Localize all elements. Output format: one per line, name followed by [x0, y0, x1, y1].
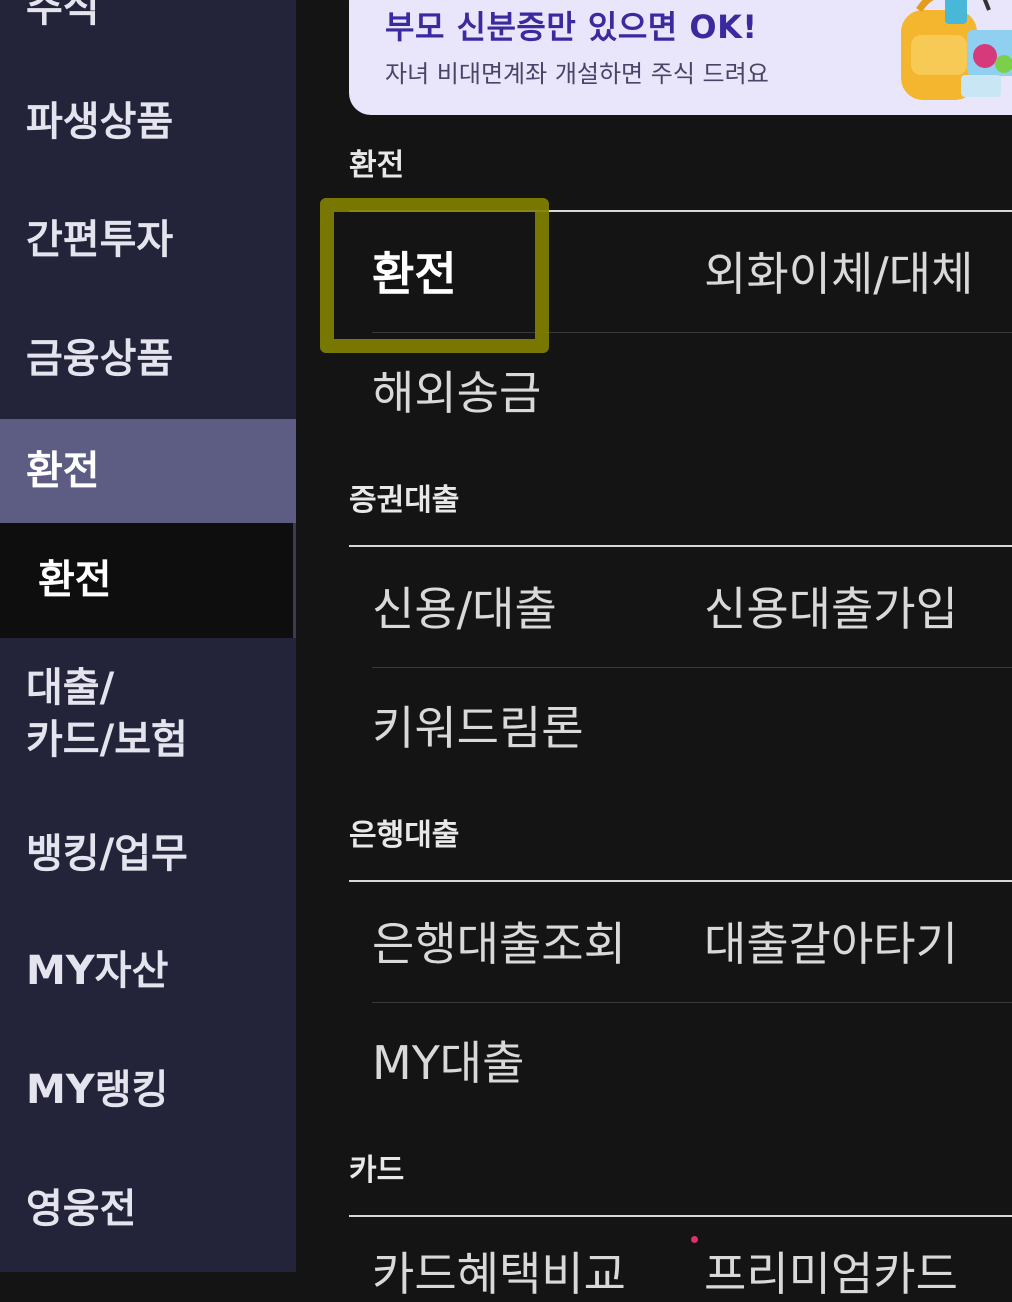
section-divider	[349, 1215, 1012, 1217]
menu-link-fx-transfer[interactable]: 외화이체/대체	[704, 246, 973, 302]
section-divider	[349, 880, 1012, 882]
menu-link-overseas-remittance[interactable]: 해외송금	[372, 365, 541, 421]
menu-link-kiwoom-loan[interactable]: 키워드림론	[372, 700, 584, 756]
new-badge-dot	[691, 1236, 698, 1243]
banner-subtitle: 자녀 비대면계좌 개설하면 주식 드려요	[385, 60, 769, 88]
menu-link-premium-card[interactable]: 프리미엄카드	[704, 1246, 958, 1302]
menu-link-my-loan[interactable]: MY대출	[372, 1035, 524, 1091]
menu-link-credit-loan-signup[interactable]: 신용대출가입	[704, 581, 958, 637]
section-title-exchange: 환전	[349, 148, 405, 183]
menu-link-bank-loan-inquiry[interactable]: 은행대출조회	[372, 916, 626, 972]
menu-link-credit-loan[interactable]: 신용/대출	[372, 581, 557, 637]
menu-link-card-benefits-compare[interactable]: 카드혜택비교	[372, 1246, 626, 1302]
menu-content: 부모 신분증만 있으면 OK! 자녀 비대면계좌 개설하면 주식 드려요 환전 …	[0, 0, 1012, 1301]
row-divider	[372, 667, 1012, 668]
promo-banner[interactable]: 부모 신분증만 있으면 OK! 자녀 비대면계좌 개설하면 주식 드려요	[349, 0, 1012, 115]
selection-highlight-box	[320, 198, 549, 353]
backpack-illustration-icon	[901, 0, 1012, 100]
section-divider	[349, 545, 1012, 547]
menu-link-loan-refinance[interactable]: 대출갈아타기	[704, 916, 958, 972]
section-title-bank-loan: 은행대출	[349, 818, 460, 853]
row-divider	[372, 1002, 1012, 1003]
section-title-card: 카드	[349, 1153, 405, 1188]
banner-title: 부모 신분증만 있으면 OK!	[385, 8, 758, 46]
section-title-securities-loan: 증권대출	[349, 483, 460, 518]
